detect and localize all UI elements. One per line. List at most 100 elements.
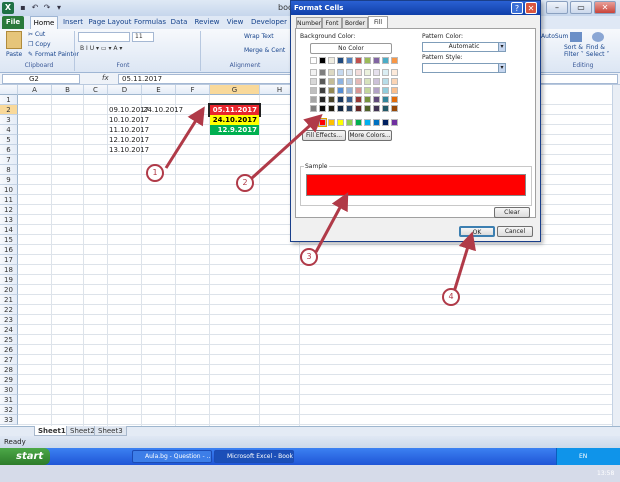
ok-button[interactable]: OK xyxy=(459,226,495,237)
color-swatch[interactable] xyxy=(337,105,344,112)
row-header-26[interactable]: 26 xyxy=(0,345,18,355)
cut-button[interactable]: ✂ Cut xyxy=(28,31,45,38)
tab-view[interactable]: View xyxy=(224,16,246,29)
color-swatch[interactable] xyxy=(373,57,380,64)
color-swatch[interactable] xyxy=(364,57,371,64)
copy-button[interactable]: ❐ Copy xyxy=(28,41,51,48)
cell-d4[interactable]: 11.10.2017 xyxy=(108,125,149,135)
color-swatch[interactable] xyxy=(319,78,326,85)
color-swatch[interactable] xyxy=(364,78,371,85)
color-swatch[interactable] xyxy=(346,96,353,103)
color-swatch[interactable] xyxy=(391,57,398,64)
find-select-label[interactable]: Find & xyxy=(586,44,605,51)
row-header-9[interactable]: 9 xyxy=(0,175,18,185)
pattern-style-select[interactable] xyxy=(422,63,506,73)
color-swatch[interactable] xyxy=(373,87,380,94)
column-header-f[interactable]: F xyxy=(176,85,210,95)
start-button[interactable]: start xyxy=(0,448,50,465)
row-header-13[interactable]: 13 xyxy=(0,215,18,225)
redo-icon[interactable]: ↷ xyxy=(42,3,52,13)
color-swatch[interactable] xyxy=(382,87,389,94)
minimize-button[interactable]: – xyxy=(546,1,568,14)
close-window-button[interactable]: ✕ xyxy=(594,1,616,14)
tab-home[interactable]: Home xyxy=(30,16,58,29)
row-header-24[interactable]: 24 xyxy=(0,325,18,335)
cell-e2[interactable]: 24.10.2017 xyxy=(142,105,183,115)
fx-icon[interactable]: fx xyxy=(102,74,109,82)
merge-center-button[interactable]: Merge & Cent xyxy=(244,47,285,54)
tab-number[interactable]: Number xyxy=(296,17,322,28)
tab-page-layout[interactable]: Page Layout xyxy=(88,16,132,29)
row-header-20[interactable]: 20 xyxy=(0,285,18,295)
color-swatch[interactable] xyxy=(382,69,389,76)
color-swatch[interactable] xyxy=(391,105,398,112)
save-icon[interactable]: ▪ xyxy=(18,3,28,13)
row-header-7[interactable]: 7 xyxy=(0,155,18,165)
color-swatch[interactable] xyxy=(391,69,398,76)
customize-quick-access-icon[interactable]: ▾ xyxy=(54,3,64,13)
row-header-19[interactable]: 19 xyxy=(0,275,18,285)
color-swatch[interactable] xyxy=(337,69,344,76)
restore-button[interactable]: ▭ xyxy=(570,1,592,14)
color-swatch[interactable] xyxy=(373,96,380,103)
color-swatch[interactable] xyxy=(319,69,326,76)
color-swatch[interactable] xyxy=(346,57,353,64)
row-header-11[interactable]: 11 xyxy=(0,195,18,205)
column-header-b[interactable]: B xyxy=(52,85,84,95)
color-swatch[interactable] xyxy=(337,87,344,94)
more-colors-button[interactable]: More Colors... xyxy=(348,130,392,141)
standard-color-swatch[interactable] xyxy=(337,119,344,126)
no-color-button[interactable]: No Color xyxy=(310,43,392,54)
color-swatch[interactable] xyxy=(328,69,335,76)
color-swatch[interactable] xyxy=(319,87,326,94)
color-swatch[interactable] xyxy=(391,87,398,94)
row-header-10[interactable]: 10 xyxy=(0,185,18,195)
chevron-down-icon[interactable]: ▾ xyxy=(498,63,506,73)
find-select-label-2[interactable]: Select ˅ xyxy=(586,51,609,58)
vertical-scrollbar[interactable] xyxy=(612,85,620,426)
color-swatch[interactable] xyxy=(310,57,317,64)
clear-button[interactable]: Clear xyxy=(494,207,530,218)
color-swatch[interactable] xyxy=(328,57,335,64)
tab-font[interactable]: Font xyxy=(322,17,342,28)
select-all-corner[interactable] xyxy=(0,85,18,95)
color-swatch[interactable] xyxy=(310,69,317,76)
column-header-g[interactable]: G xyxy=(210,85,260,95)
color-swatch[interactable] xyxy=(310,87,317,94)
color-swatch[interactable] xyxy=(355,57,362,64)
standard-color-swatch[interactable] xyxy=(391,119,398,126)
font-size-combo[interactable]: 11 xyxy=(132,32,154,42)
row-header-28[interactable]: 28 xyxy=(0,365,18,375)
chevron-down-icon[interactable]: ▾ xyxy=(498,42,506,52)
close-icon[interactable]: ✕ xyxy=(525,2,537,14)
column-header-c[interactable]: C xyxy=(84,85,108,95)
color-swatch[interactable] xyxy=(346,69,353,76)
autosum-button[interactable]: AutoSum xyxy=(541,33,568,40)
tab-file[interactable]: File xyxy=(2,16,24,29)
font-format-buttons[interactable]: B I U ▾ ▭ ▾ A ▾ xyxy=(80,45,122,52)
paste-label[interactable]: Paste xyxy=(6,51,22,58)
row-header-27[interactable]: 27 xyxy=(0,355,18,365)
sort-filter-label[interactable]: Sort & xyxy=(564,44,583,51)
color-swatch[interactable] xyxy=(355,87,362,94)
standard-color-swatch[interactable] xyxy=(373,119,380,126)
fill-effects-button[interactable]: Fill Effects... xyxy=(302,130,346,141)
row-header-29[interactable]: 29 xyxy=(0,375,18,385)
tab-border[interactable]: Border xyxy=(342,17,368,28)
help-icon[interactable]: ? xyxy=(511,2,523,14)
row-header-21[interactable]: 21 xyxy=(0,295,18,305)
color-swatch[interactable] xyxy=(382,57,389,64)
column-header-a[interactable]: A xyxy=(18,85,52,95)
row-header-22[interactable]: 22 xyxy=(0,305,18,315)
row-header-3[interactable]: 3 xyxy=(0,115,18,125)
cell-d3[interactable]: 10.10.2017 xyxy=(108,115,149,125)
cancel-button[interactable]: Cancel xyxy=(497,226,533,237)
color-swatch[interactable] xyxy=(310,96,317,103)
row-header-31[interactable]: 31 xyxy=(0,395,18,405)
tab-formulas[interactable]: Formulas xyxy=(134,16,166,29)
color-swatch[interactable] xyxy=(346,105,353,112)
color-swatch[interactable] xyxy=(373,69,380,76)
row-header-2[interactable]: 2 xyxy=(0,105,18,115)
color-swatch[interactable] xyxy=(355,105,362,112)
color-swatch[interactable] xyxy=(319,96,326,103)
